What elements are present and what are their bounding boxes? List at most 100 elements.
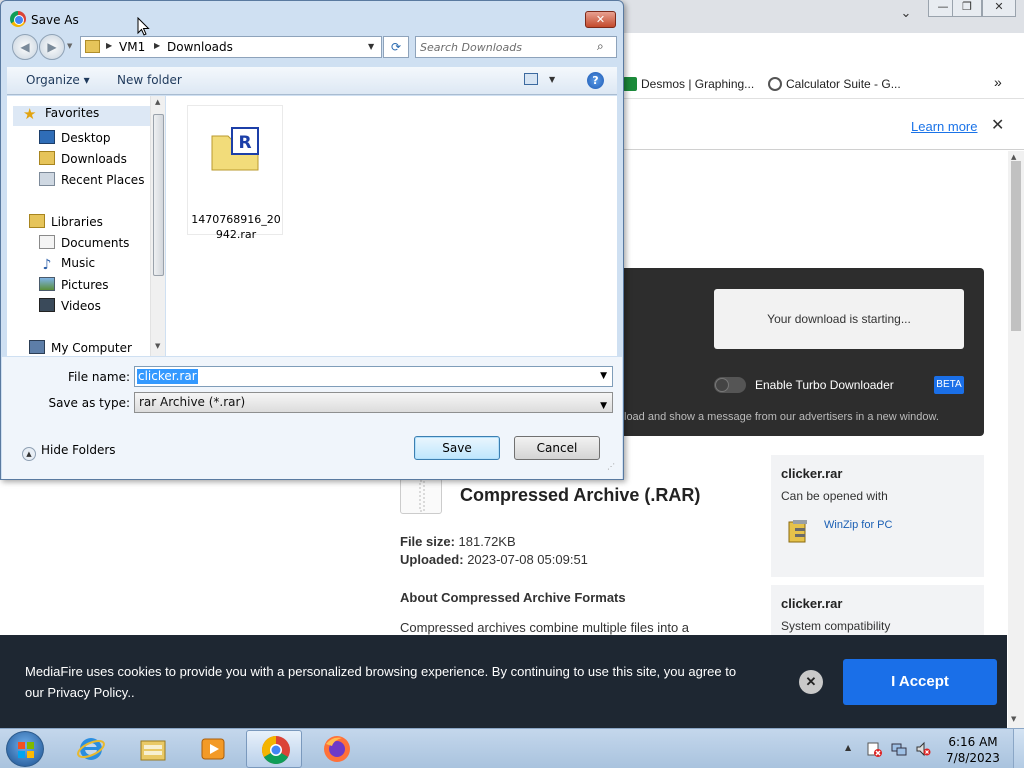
winzip-link[interactable]: WinZip for PC xyxy=(824,519,892,531)
help-icon[interactable]: ? xyxy=(587,72,604,89)
resize-grip-icon[interactable]: ⋰ xyxy=(607,462,615,471)
forward-button[interactable]: ▶ xyxy=(39,34,65,60)
libraries-icon xyxy=(29,214,45,228)
chevron-down-icon[interactable]: ▼ xyxy=(600,371,607,381)
turbo-toggle[interactable] xyxy=(714,377,746,393)
chevron-down-icon[interactable]: ▼ xyxy=(549,75,555,84)
nav-pictures[interactable]: Pictures xyxy=(39,277,109,292)
taskbar-firefox[interactable] xyxy=(308,730,364,768)
uploaded-date: Uploaded: 2023-07-08 05:09:51 xyxy=(400,552,588,567)
nav-downloads[interactable]: Downloads xyxy=(39,151,127,166)
cookie-close-button[interactable]: ✕ xyxy=(799,670,823,694)
file-name-selection: clicker.rar xyxy=(137,369,198,384)
accept-cookies-button[interactable]: I Accept xyxy=(843,659,997,705)
turbo-label: Enable Turbo Downloader xyxy=(755,378,894,392)
scrollbar-thumb[interactable] xyxy=(1011,161,1021,331)
organize-menu[interactable]: Organize ▾ xyxy=(26,73,90,87)
dialog-title: Save As xyxy=(31,13,79,27)
file-item[interactable]: R 1470768916_20942.rar xyxy=(187,105,283,241)
breadcrumb-downloads[interactable]: Downloads xyxy=(167,40,233,54)
save-button[interactable]: Save xyxy=(414,436,500,460)
chevron-down-icon[interactable]: ▼ xyxy=(368,42,374,51)
search-icon[interactable]: ⌕ xyxy=(597,39,604,54)
file-name-label: File name: xyxy=(68,370,130,384)
nav-my-computer[interactable]: My Computer xyxy=(29,340,132,355)
scroll-up-icon[interactable]: ▲ xyxy=(1011,153,1016,161)
scroll-up-icon[interactable]: ▲ xyxy=(155,98,160,106)
chevron-up-icon[interactable]: ▲ xyxy=(845,743,851,752)
side-card-title: clicker.rar xyxy=(781,466,843,481)
toggle-knob xyxy=(715,378,729,392)
bookmark-geogebra[interactable]: Calculator Suite - G... xyxy=(768,77,901,91)
nav-recent-places[interactable]: Recent Places xyxy=(39,172,144,187)
internet-explorer-icon xyxy=(77,738,105,760)
page-scrollbar[interactable]: ▲ ▼ xyxy=(1008,151,1024,728)
search-input[interactable] xyxy=(420,39,590,55)
back-button[interactable]: ◀ xyxy=(12,34,38,60)
save-as-dialog: Save As ✕ ◀ ▶ ▼ ▶ VM1 ▶ Downloads ▼ ⟳ ⌕ … xyxy=(0,0,624,480)
bookmarks-overflow-icon[interactable]: » xyxy=(994,74,1002,90)
recent-places-icon xyxy=(39,172,55,186)
taskbar-media-player[interactable] xyxy=(184,730,240,768)
nav-label: Documents xyxy=(61,236,130,250)
nav-videos[interactable]: Videos xyxy=(39,298,101,313)
desmos-icon xyxy=(623,77,637,91)
save-type-select[interactable]: rar Archive (*.rar) ▼ xyxy=(134,392,613,413)
scroll-down-icon[interactable]: ▼ xyxy=(155,342,160,350)
close-icon[interactable]: ✕ xyxy=(991,115,1004,135)
chevron-right-icon: ▶ xyxy=(106,41,113,50)
recent-locations-dropdown-icon[interactable]: ▼ xyxy=(67,42,72,50)
taskbar-file-explorer[interactable] xyxy=(124,730,180,768)
winzip-icon xyxy=(787,518,811,543)
file-size: File size: 181.72KB xyxy=(400,534,516,549)
nav-music[interactable]: ♪ Music xyxy=(39,256,96,272)
svg-text:R: R xyxy=(238,133,251,153)
downloads-folder-icon xyxy=(39,151,55,165)
bookmark-label: Calculator Suite - G... xyxy=(786,77,901,91)
view-options-icon[interactable] xyxy=(524,73,538,85)
taskbar-internet-explorer[interactable] xyxy=(62,730,118,768)
uploaded-label: Uploaded: xyxy=(400,552,464,567)
volume-muted-icon[interactable] xyxy=(915,741,931,757)
action-center-icon[interactable] xyxy=(866,741,882,757)
scroll-down-icon[interactable]: ▼ xyxy=(1011,715,1016,723)
file-name-field[interactable] xyxy=(138,368,578,385)
taskbar-chrome[interactable] xyxy=(246,730,302,768)
dialog-close-button[interactable]: ✕ xyxy=(585,11,616,28)
learn-more-link[interactable]: Learn more xyxy=(911,119,977,134)
refresh-button[interactable]: ⟳ xyxy=(383,36,409,58)
zip-file-icon xyxy=(400,478,442,514)
uploaded-value: 2023-07-08 05:09:51 xyxy=(467,552,588,567)
hide-folders-label: Hide Folders xyxy=(41,443,116,457)
rar-archive-icon: R xyxy=(210,126,262,172)
nav-documents[interactable]: Documents xyxy=(39,235,129,250)
system-clock[interactable]: 6:16 AM 7/8/2023 xyxy=(940,734,1006,766)
geogebra-icon xyxy=(768,77,782,91)
hide-folders-button[interactable]: ▲ Hide Folders xyxy=(22,443,116,461)
address-bar[interactable]: ▶ VM1 ▶ Downloads ▼ xyxy=(80,36,382,58)
bookmark-desmos[interactable]: Desmos | Graphing... xyxy=(623,77,754,91)
side-card-text: System compatibility xyxy=(781,619,891,633)
chevron-down-icon[interactable]: ▼ xyxy=(600,397,607,416)
search-box[interactable]: ⌕ xyxy=(415,36,617,58)
network-icon[interactable] xyxy=(891,741,907,757)
nav-label: My Computer xyxy=(51,341,132,355)
nav-libraries[interactable]: Libraries xyxy=(29,214,103,229)
browser-close-button[interactable]: ✕ xyxy=(982,0,1016,17)
show-desktop-button[interactable] xyxy=(1013,729,1024,768)
pictures-icon xyxy=(39,277,55,291)
cancel-button[interactable]: Cancel xyxy=(514,436,600,460)
new-folder-button[interactable]: New folder xyxy=(117,73,182,87)
file-name-combobox[interactable]: clicker.rar ▼ xyxy=(134,366,613,387)
nav-favorites[interactable]: ★ Favorites xyxy=(13,106,153,126)
breadcrumb-vm1[interactable]: VM1 xyxy=(119,40,145,54)
nav-scrollbar[interactable]: ▲ ▼ xyxy=(150,96,165,356)
about-text: Compressed archives combine multiple fil… xyxy=(400,620,690,635)
start-button[interactable] xyxy=(6,731,44,767)
chevron-down-icon[interactable]: ⌄ xyxy=(897,6,915,24)
file-explorer-icon xyxy=(140,740,166,761)
taskbar: ▲ 6:16 AM 7/8/2023 xyxy=(0,728,1024,768)
scrollbar-thumb[interactable] xyxy=(153,114,164,276)
browser-restore-button[interactable]: ❐ xyxy=(952,0,982,17)
nav-desktop[interactable]: Desktop xyxy=(39,130,111,145)
